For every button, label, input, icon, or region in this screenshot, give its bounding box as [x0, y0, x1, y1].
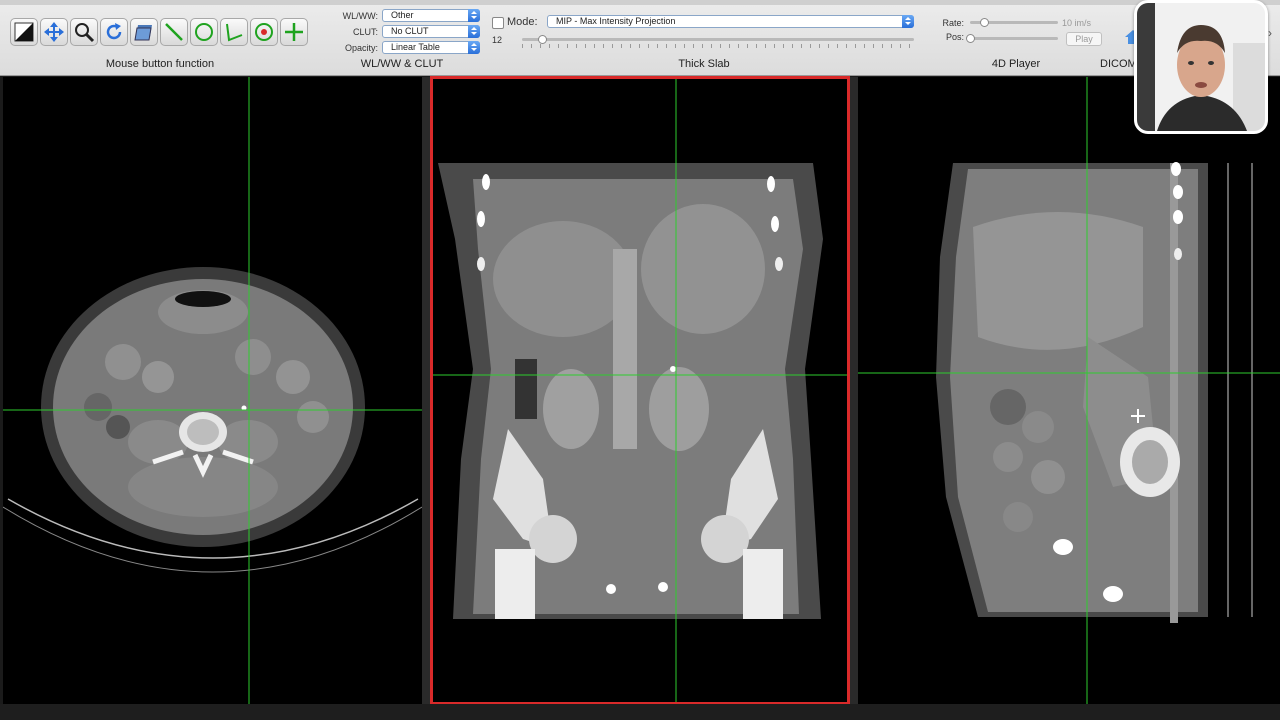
title-bar-strip	[0, 0, 1280, 5]
clut-popup[interactable]: No CLUT	[382, 25, 480, 38]
oval-roi-icon	[195, 23, 213, 41]
wlww-popup[interactable]: Other	[382, 9, 480, 22]
move-tool-button[interactable]	[40, 18, 68, 46]
slab-slider-ticks	[522, 44, 914, 48]
point-roi-icon	[255, 23, 273, 41]
clut-value: No CLUT	[391, 26, 429, 36]
sagittal-viewer[interactable]	[858, 77, 1280, 704]
viewer-splitter-left[interactable]	[422, 77, 430, 704]
rate-value: 10 im/s	[1062, 18, 1092, 28]
length-tool-button[interactable]	[160, 18, 188, 46]
wlww-value: Other	[391, 10, 414, 20]
move-icon	[44, 22, 64, 42]
viewer-splitter-right[interactable]	[850, 77, 858, 704]
slab-thickness-value: 12	[492, 35, 503, 45]
4d-player-section-label: 4D Player	[991, 58, 1041, 70]
axial-viewer[interactable]	[3, 77, 422, 704]
opacity-value: Linear Table	[391, 42, 440, 52]
zoom-icon	[75, 23, 95, 43]
axial-image	[3, 77, 422, 704]
position-knob[interactable]	[966, 34, 975, 43]
slab-mode-popup[interactable]: MIP - Max Intensity Projection	[547, 15, 914, 28]
angle-tool-icon	[226, 23, 243, 42]
slab-thickness-slider[interactable]	[522, 38, 914, 41]
sagittal-image	[858, 77, 1280, 704]
window-level-tool-button[interactable]	[10, 18, 38, 46]
angle-tool-button[interactable]	[220, 18, 248, 46]
slab-thickness-knob[interactable]	[537, 35, 547, 44]
opacity-label: Opacity:	[344, 43, 378, 53]
thick-slab-checkbox[interactable]	[492, 17, 504, 29]
toolbar: Mouse button function WL/WW: Other CLUT:…	[0, 0, 1280, 76]
clut-label: CLUT:	[352, 27, 378, 37]
mouse-function-label: Mouse button function	[105, 58, 215, 70]
rotate-tool-button[interactable]	[100, 18, 128, 46]
3d-point-tool-button[interactable]	[280, 18, 308, 46]
mode-label: Mode:	[507, 16, 538, 28]
3d-point-icon	[285, 23, 303, 41]
zoom-tool-button[interactable]	[70, 18, 98, 46]
chevron-right-icon[interactable]: ›	[1268, 26, 1272, 40]
length-tool-icon	[165, 23, 183, 41]
scroll-stack-tool-button[interactable]	[130, 18, 158, 46]
chevron-updown-icon	[468, 9, 480, 22]
coronal-image	[433, 79, 847, 702]
position-slider[interactable]	[970, 37, 1058, 40]
rate-label: Rate:	[942, 18, 964, 28]
presenter-avatar	[1137, 3, 1265, 131]
bottom-strip	[0, 704, 1280, 720]
point-roi-tool-button[interactable]	[250, 18, 278, 46]
opacity-popup[interactable]: Linear Table	[382, 41, 480, 54]
rate-knob[interactable]	[980, 18, 989, 27]
thick-slab-section-label: Thick Slab	[678, 58, 730, 70]
window-level-icon	[14, 22, 34, 42]
pos-label: Pos:	[945, 32, 964, 42]
chevron-updown-icon	[468, 41, 480, 54]
chevron-updown-icon	[902, 15, 914, 28]
rotate-icon	[106, 23, 122, 40]
wlww-clut-section-label: WL/WW & CLUT	[360, 58, 444, 70]
scroll-stack-icon	[134, 25, 152, 41]
play-button[interactable]: Play	[1066, 32, 1102, 46]
webcam-overlay	[1134, 0, 1268, 134]
oval-roi-tool-button[interactable]	[190, 18, 218, 46]
chevron-updown-icon	[468, 25, 480, 38]
slab-mode-value: MIP - Max Intensity Projection	[556, 16, 676, 26]
coronal-viewer[interactable]	[433, 79, 847, 702]
wlww-label: WL/WW:	[342, 11, 378, 21]
